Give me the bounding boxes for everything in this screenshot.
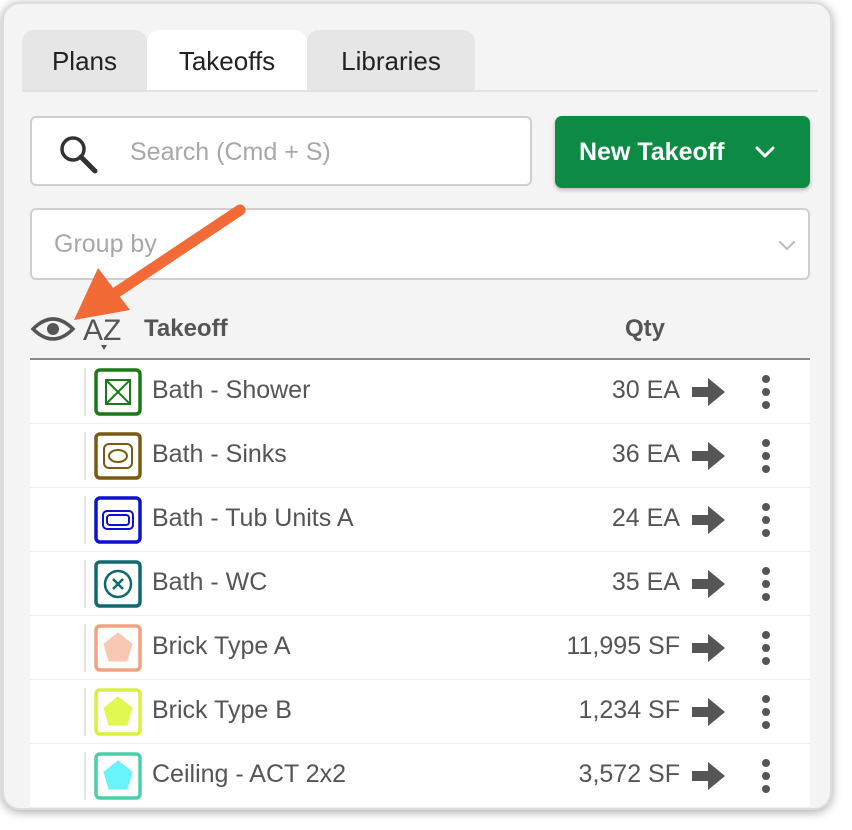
tab-takeoffs[interactable]: Takeoffs [147, 30, 307, 92]
sort-az-icon[interactable]: AZ [82, 308, 128, 352]
pentagon-icon [94, 752, 142, 800]
wc-icon [94, 560, 142, 608]
group-by-select[interactable]: Group by [30, 208, 810, 280]
pentagon-icon [94, 688, 142, 736]
search-input[interactable] [128, 130, 512, 174]
group-by-placeholder: Group by [54, 230, 157, 258]
more-options-icon[interactable] [756, 502, 776, 538]
sink-icon [94, 432, 142, 480]
takeoff-qty: 30 EA [611, 376, 680, 404]
tab-bar: Plans Takeoffs Libraries [22, 30, 475, 92]
row-indent-bar [84, 432, 86, 480]
takeoff-row[interactable]: Brick Type A 11,995 SF [30, 616, 810, 680]
takeoff-name: Bath - Tub Units A [152, 504, 354, 532]
takeoff-name: Brick Type A [152, 632, 291, 660]
pentagon-icon [94, 624, 142, 672]
takeoff-row[interactable]: Ceiling - ACT 2x2 3,572 SF [30, 744, 810, 808]
takeoff-name: Bath - WC [152, 568, 268, 596]
takeoff-qty: 36 EA [611, 440, 680, 468]
takeoff-qty: 11,995 SF [566, 632, 680, 660]
arrow-right-icon[interactable] [692, 377, 726, 407]
new-takeoff-button[interactable]: New Takeoff [555, 116, 810, 188]
chevron-down-icon [755, 146, 775, 158]
tab-plans[interactable]: Plans [22, 30, 147, 92]
arrow-right-icon[interactable] [692, 761, 726, 791]
arrow-right-icon[interactable] [692, 505, 726, 535]
takeoff-name: Ceiling - ACT 2x2 [152, 760, 347, 788]
tab-divider [22, 90, 818, 92]
takeoff-qty: 3,572 SF [578, 760, 680, 788]
takeoff-name: Brick Type B [152, 696, 292, 724]
takeoff-column-header[interactable]: Takeoff [144, 315, 228, 343]
takeoff-qty: 24 EA [611, 504, 680, 532]
takeoffs-panel: Plans Takeoffs Libraries New Takeoff Gro… [2, 2, 832, 810]
search-icon [60, 136, 98, 174]
tub-icon [94, 496, 142, 544]
more-options-icon[interactable] [756, 630, 776, 666]
tab-libraries[interactable]: Libraries [307, 30, 475, 92]
more-options-icon[interactable] [756, 566, 776, 602]
takeoff-row[interactable]: Bath - Sinks 36 EA [30, 424, 810, 488]
row-indent-bar [84, 752, 86, 800]
row-indent-bar [84, 368, 86, 416]
new-takeoff-label: New Takeoff [579, 137, 725, 166]
more-options-icon[interactable] [756, 438, 776, 474]
more-options-icon[interactable] [756, 374, 776, 410]
chevron-down-icon [779, 241, 795, 250]
takeoff-row[interactable]: Bath - WC 35 EA [30, 552, 810, 616]
row-indent-bar [84, 624, 86, 672]
search-box[interactable] [30, 116, 532, 186]
arrow-right-icon[interactable] [692, 441, 726, 471]
takeoff-list: Bath - Shower 30 EA Bath - Sinks 36 EA B… [30, 360, 810, 808]
takeoff-qty: 35 EA [611, 568, 680, 596]
takeoff-row[interactable]: Bath - Tub Units A 24 EA [30, 488, 810, 552]
eye-icon[interactable] [30, 312, 76, 346]
takeoff-name: Bath - Shower [152, 376, 311, 404]
table-header: AZ Takeoff Qty [30, 302, 810, 358]
takeoff-row[interactable]: Bath - Shower 30 EA [30, 360, 810, 424]
arrow-right-icon[interactable] [692, 569, 726, 599]
more-options-icon[interactable] [756, 758, 776, 794]
qty-column-header[interactable]: Qty [625, 315, 665, 343]
takeoff-row[interactable]: Brick Type B 1,234 SF [30, 680, 810, 744]
row-indent-bar [84, 688, 86, 736]
row-indent-bar [84, 496, 86, 544]
takeoff-name: Bath - Sinks [152, 440, 287, 468]
takeoff-qty: 1,234 SF [578, 696, 680, 724]
row-indent-bar [84, 560, 86, 608]
shower-icon [94, 368, 142, 416]
svg-text:AZ: AZ [83, 314, 121, 347]
arrow-right-icon[interactable] [692, 697, 726, 727]
arrow-right-icon[interactable] [692, 633, 726, 663]
more-options-icon[interactable] [756, 694, 776, 730]
